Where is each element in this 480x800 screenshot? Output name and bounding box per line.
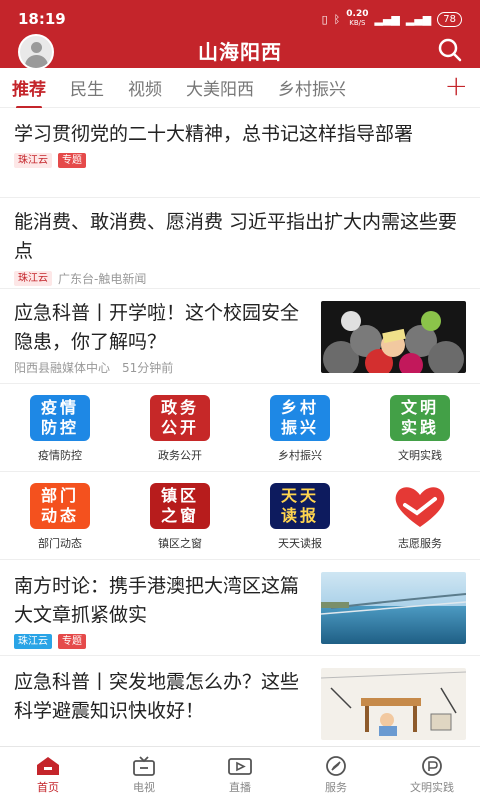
nav-live[interactable]: 直播 [192,747,288,800]
article-title: 南方时论：携手港澳把大湾区这篇大文章抓紧做实 [14,575,300,626]
daily-newspaper-icon: 天天 读报 [270,483,330,529]
heart-hand-icon [390,483,450,529]
special-tag: 专题 [58,634,86,649]
add-tab-button[interactable]: + [445,72,468,100]
rural-revitalization-icon: 乡村 振兴 [270,395,330,441]
status-icons: ▯ ᛒ 0.20 KB/S ▂▄▆ ▂▄▆ 78 [322,10,462,28]
nav-label: 电视 [133,781,155,794]
grid-item-label: 志愿服务 [398,537,442,550]
source-tag: 珠江云 [14,271,52,286]
source-tag: 珠江云 [14,634,52,649]
grid-item-government[interactable]: 政务 公开 政务公开 [120,384,240,471]
department-news-icon: 部门 动态 [30,483,90,529]
grid-item-label: 天天读报 [278,537,322,550]
article-item[interactable]: 应急科普丨开学啦！这个校园安全隐患，你了解吗？ 阳西县融媒体中心 51分钟前 [0,289,480,384]
article-source: 阳西县融媒体中心 [14,361,111,375]
battery-indicator: 78 [437,11,462,27]
article-item[interactable]: 能消费、敢消费、愿消费 习近平指出扩大内需这些要点 珠江云 广东台-触电新闻 [0,198,480,289]
grid-item-rural[interactable]: 乡村 振兴 乡村振兴 [240,384,360,471]
grid-item-volunteer[interactable]: 志愿服务 [360,472,480,559]
article-item[interactable]: 南方时论：携手港澳把大湾区这篇大文章抓紧做实 珠江云 专题 [0,560,480,656]
town-window-icon: 镇区 之窗 [150,483,210,529]
service-grid-row-2: 部门 动态 部门动态 镇区 之窗 镇区之窗 天天 读报 天天读报 志愿服务 [0,472,480,560]
nav-service[interactable]: 服务 [288,747,384,800]
status-bar: 18:19 ▯ ᛒ 0.20 KB/S ▂▄▆ ▂▄▆ 78 [0,0,480,38]
nav-label: 服务 [325,781,347,794]
tab-video[interactable]: 视频 [116,75,174,100]
home-icon [37,757,59,775]
category-tabs: 推荐 民生 视频 大美阳西 乡村振兴 + [0,68,480,109]
special-tag: 专题 [58,153,86,168]
nav-civilization[interactable]: 文明实践 [384,747,480,800]
search-button[interactable] [436,36,464,64]
article-meta: 珠江云 专题 [14,634,305,649]
tab-beautiful-yangxi[interactable]: 大美阳西 [174,75,266,100]
search-icon [438,38,462,62]
civilization-practice-icon: 文明 实践 [390,395,450,441]
app-title: 山海阳西 [198,40,282,64]
article-meta: 阳西县融媒体中心 51分钟前 [14,359,305,376]
bottom-navigation: 首页 电视 直播 服务 文明实践 [0,746,480,800]
earthquake-illustration [321,668,466,740]
net-speed: 0.20 KB/S [346,9,369,28]
article-meta: 珠江云 专题 [14,153,466,168]
government-affairs-icon: 政务 公开 [150,395,210,441]
bridge-photo [321,572,466,644]
civilization-icon [422,756,442,776]
article-meta: 珠江云 广东台-触电新闻 [14,270,466,287]
title-bar: 山海阳西 [0,34,480,70]
bluetooth-icon: ᛒ [333,12,341,26]
article-item[interactable]: 学习贯彻党的二十大精神，总书记这样指导部署 珠江云 专题 [0,108,480,198]
signal-icon: ▂▄▆ [374,12,400,26]
service-grid-row-1: 疫情 防控 疫情防控 政务 公开 政务公开 乡村 振兴 乡村振兴 文明 实践 文明实践 [0,384,480,472]
source-tag: 珠江云 [14,153,52,168]
nav-label: 文明实践 [410,781,454,794]
article-title: 应急科普丨开学啦！这个校园安全隐患，你了解吗？ [14,302,300,353]
grid-item-label: 乡村振兴 [278,449,322,462]
compass-icon [326,756,346,776]
article-thumbnail [321,572,466,644]
helmets-illustration [321,301,466,373]
tab-recommend[interactable]: 推荐 [0,75,58,109]
grid-item-civilization[interactable]: 文明 实践 文明实践 [360,384,480,471]
grid-item-town[interactable]: 镇区 之窗 镇区之窗 [120,472,240,559]
grid-item-label: 部门动态 [38,537,82,550]
nav-home[interactable]: 首页 [0,747,96,800]
grid-item-label: 文明实践 [398,449,442,462]
article-time: 51分钟前 [122,361,174,375]
grid-item-label: 疫情防控 [38,449,82,462]
grid-item-label: 政务公开 [158,449,202,462]
article-thumbnail [321,668,466,740]
status-time: 18:19 [18,10,66,28]
grid-item-newspaper[interactable]: 天天 读报 天天读报 [240,472,360,559]
epidemic-control-icon: 疫情 防控 [30,395,90,441]
vibrate-icon: ▯ [321,12,328,26]
tab-livelihood[interactable]: 民生 [58,75,116,100]
signal-icon-2: ▂▄▆ [405,12,432,26]
tv-icon [133,756,155,776]
nav-label: 首页 [37,781,59,794]
article-thumbnail [321,301,466,373]
article-title: 能消费、敢消费、愿消费 习近平指出扩大内需这些要点 [14,211,458,262]
tab-rural-revitalization[interactable]: 乡村振兴 [266,75,358,100]
grid-item-department[interactable]: 部门 动态 部门动态 [0,472,120,559]
article-title: 学习贯彻党的二十大精神，总书记这样指导部署 [14,123,414,145]
grid-item-label: 镇区之窗 [158,537,202,550]
nav-tv[interactable]: 电视 [96,747,192,800]
article-title: 应急科普丨突发地震怎么办？这些科学避震知识快收好！ [14,671,300,722]
nav-label: 直播 [229,781,251,794]
grid-item-epidemic[interactable]: 疫情 防控 疫情防控 [0,384,120,471]
article-source: 广东台-触电新闻 [58,272,147,286]
article-item[interactable]: 应急科普丨突发地震怎么办？这些科学避震知识快收好！ [0,656,480,746]
live-icon [228,758,252,775]
